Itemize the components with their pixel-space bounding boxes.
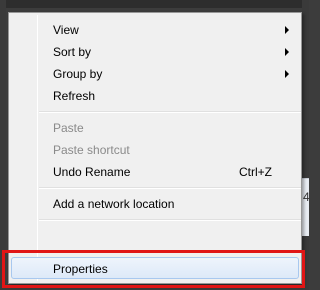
menu-item-shortcut: Ctrl+Z xyxy=(239,165,272,179)
menu-separator xyxy=(39,111,301,113)
menu-item-add-network-location[interactable]: Add a network location xyxy=(11,193,299,215)
submenu-arrow-icon xyxy=(285,26,289,34)
submenu-arrow-icon xyxy=(285,48,289,56)
menu-item-refresh[interactable]: Refresh xyxy=(11,85,299,107)
menu-item-label: Paste xyxy=(53,121,84,135)
explorer-peek-text: 4 xyxy=(303,190,309,204)
menu-item-paste-shortcut[interactable]: Paste shortcut xyxy=(11,139,299,161)
background-top xyxy=(0,0,309,8)
menu-item-undo-rename[interactable]: Undo Rename Ctrl+Z xyxy=(11,161,299,183)
menu-item-label: Add a network location xyxy=(53,197,175,211)
menu-item-label: View xyxy=(53,23,79,37)
background-left xyxy=(0,0,6,290)
menu-item-sort-by[interactable]: Sort by xyxy=(11,41,299,63)
explorer-window-edge xyxy=(302,178,309,236)
menu-separator xyxy=(39,187,301,189)
background-right xyxy=(302,0,309,290)
context-menu: View Sort by Group by Refresh Paste Past… xyxy=(8,12,302,284)
menu-separator xyxy=(39,219,301,221)
menu-item-label: Sort by xyxy=(53,45,92,59)
screen: 4 View Sort by Group by Refresh Paste Pa… xyxy=(0,0,309,290)
menu-item-label: Undo Rename xyxy=(53,165,131,179)
submenu-arrow-icon xyxy=(285,70,289,78)
menu-item-paste[interactable]: Paste xyxy=(11,117,299,139)
menu-item-label: Group by xyxy=(53,67,103,81)
menu-item-label: Paste shortcut xyxy=(53,143,130,157)
red-highlight-outline xyxy=(2,250,305,288)
menu-item-label: Refresh xyxy=(53,89,96,103)
menu-item-view[interactable]: View xyxy=(11,19,299,41)
menu-item-group-by[interactable]: Group by xyxy=(11,63,299,85)
